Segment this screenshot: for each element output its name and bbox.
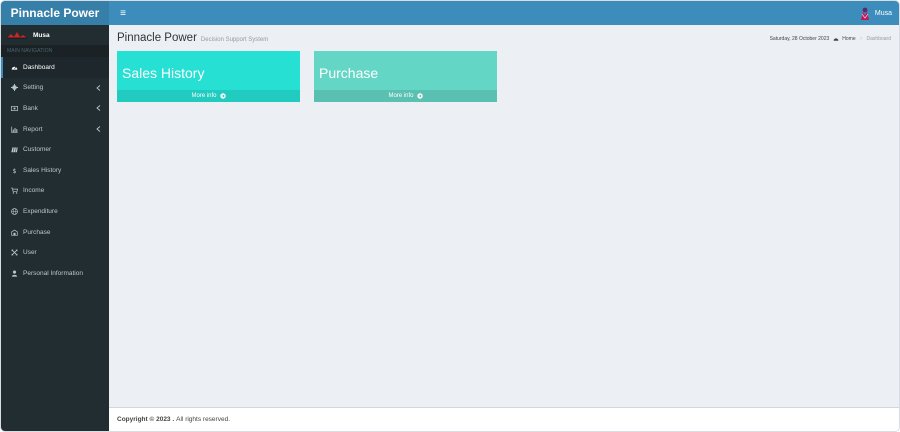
sidebar-toggle-button[interactable]: ≡ <box>116 6 130 20</box>
chevron-left-icon <box>96 105 101 112</box>
sidebar-item-income[interactable]: Income <box>1 181 109 202</box>
sidebar-user-panel: Musa <box>1 25 109 45</box>
sidebar-item-label: Personal Information <box>23 269 83 277</box>
main-content: Pinnacle Power Decision Support System S… <box>109 25 899 407</box>
customer-icon <box>10 146 18 154</box>
sidebar-item-customer[interactable]: Customer <box>1 139 109 160</box>
dashboard-icon <box>10 63 18 71</box>
hamburger-icon: ≡ <box>120 7 126 19</box>
sidebar-item-label: Purchase <box>23 228 51 236</box>
sidebar-item-label: Dashboard <box>23 63 55 71</box>
top-navbar: ≡ Musa <box>109 1 899 25</box>
sidebar-item-dashboard[interactable]: Dashboard <box>1 57 109 78</box>
breadcrumb: Saturday, 28 October 2023 Home > Dashboa… <box>770 36 891 42</box>
more-info-label: More info <box>388 93 414 99</box>
cart-icon <box>10 187 18 195</box>
sidebar-item-personal-information[interactable]: Personal Information <box>1 263 109 284</box>
user-menu[interactable]: Musa <box>859 4 892 22</box>
gear-icon <box>10 84 18 92</box>
breadcrumb-current: Dashboard <box>866 36 891 42</box>
breadcrumb-separator: > <box>859 36 863 42</box>
page-title: Pinnacle Power <box>117 32 197 44</box>
svg-text:$: $ <box>12 168 16 174</box>
sidebar-item-label: Expenditure <box>23 207 58 215</box>
sales-history-box[interactable]: Sales History More info <box>117 51 300 102</box>
sidebar-item-setting[interactable]: Setting <box>1 78 109 99</box>
sidebar-item-label: Bank <box>23 104 38 112</box>
breadcrumb-home-link[interactable]: Home <box>833 36 856 42</box>
sidebar-item-user[interactable]: User <box>1 242 109 263</box>
sidebar-item-label: Income <box>23 187 45 195</box>
nav-header: MAIN NAVIGATION <box>1 45 109 57</box>
sidebar-item-label: Customer <box>23 146 52 154</box>
arrow-circle-right-icon <box>219 93 226 99</box>
user-logo-icon <box>7 32 27 39</box>
purchase-more-info-link[interactable]: More info <box>314 90 497 102</box>
footer-rights: All rights reserved. <box>176 416 230 423</box>
breadcrumb-home-label: Home <box>842 36 856 42</box>
globe-icon <box>10 207 18 215</box>
dashboard-icon <box>833 38 839 41</box>
page-subtitle: Decision Support System <box>200 37 269 43</box>
sidebar-item-bank[interactable]: Bank <box>1 98 109 119</box>
brand-title: Pinnacle Power <box>10 6 100 20</box>
sidebar-user-name: Musa <box>33 31 50 39</box>
sidebar-item-label: Sales History <box>23 166 62 174</box>
topbar-user-name: Musa <box>874 9 892 17</box>
current-date: Saturday, 28 October 2023 <box>769 36 830 42</box>
user-icon <box>10 269 18 277</box>
sidebar-menu: Dashboard Setting Bank Report Customer $… <box>1 57 109 284</box>
sales-history-more-info-link[interactable]: More info <box>117 90 300 102</box>
sidebar-item-purchase[interactable]: Purchase <box>1 222 109 243</box>
dollar-icon: $ <box>10 166 18 174</box>
chevron-left-icon <box>96 125 101 132</box>
footer-copyright: Copyright © 2023 . <box>117 416 175 423</box>
page-footer: Copyright © 2023 . All rights reserved. <box>109 407 899 431</box>
arrows-icon <box>10 249 18 257</box>
box-title: Sales History <box>122 65 205 81</box>
chevron-left-icon <box>96 84 101 91</box>
page-header: Pinnacle Power Decision Support System <box>117 32 268 44</box>
sidebar-item-sales-history[interactable]: $ Sales History <box>1 160 109 181</box>
purchase-box[interactable]: Purchase More info <box>314 51 497 102</box>
more-info-label: More info <box>191 93 217 99</box>
brand-logo[interactable]: Pinnacle Power <box>1 1 109 25</box>
user-avatar-icon <box>860 7 869 20</box>
sidebar-item-label: Report <box>23 125 43 133</box>
box-title: Purchase <box>319 65 379 81</box>
sidebar-item-label: Setting <box>23 84 44 92</box>
app-frame: Pinnacle Power ≡ Musa Musa MAIN NAVIGATI… <box>1 1 899 431</box>
arrow-circle-right-icon <box>416 93 423 99</box>
money-icon <box>10 104 18 112</box>
sidebar: Musa MAIN NAVIGATION Dashboard Setting B… <box>1 25 109 431</box>
sidebar-item-label: User <box>23 249 37 257</box>
purchase-icon <box>10 228 18 236</box>
sidebar-item-report[interactable]: Report <box>1 119 109 140</box>
sidebar-item-expenditure[interactable]: Expenditure <box>1 201 109 222</box>
bar-chart-icon <box>10 125 18 133</box>
